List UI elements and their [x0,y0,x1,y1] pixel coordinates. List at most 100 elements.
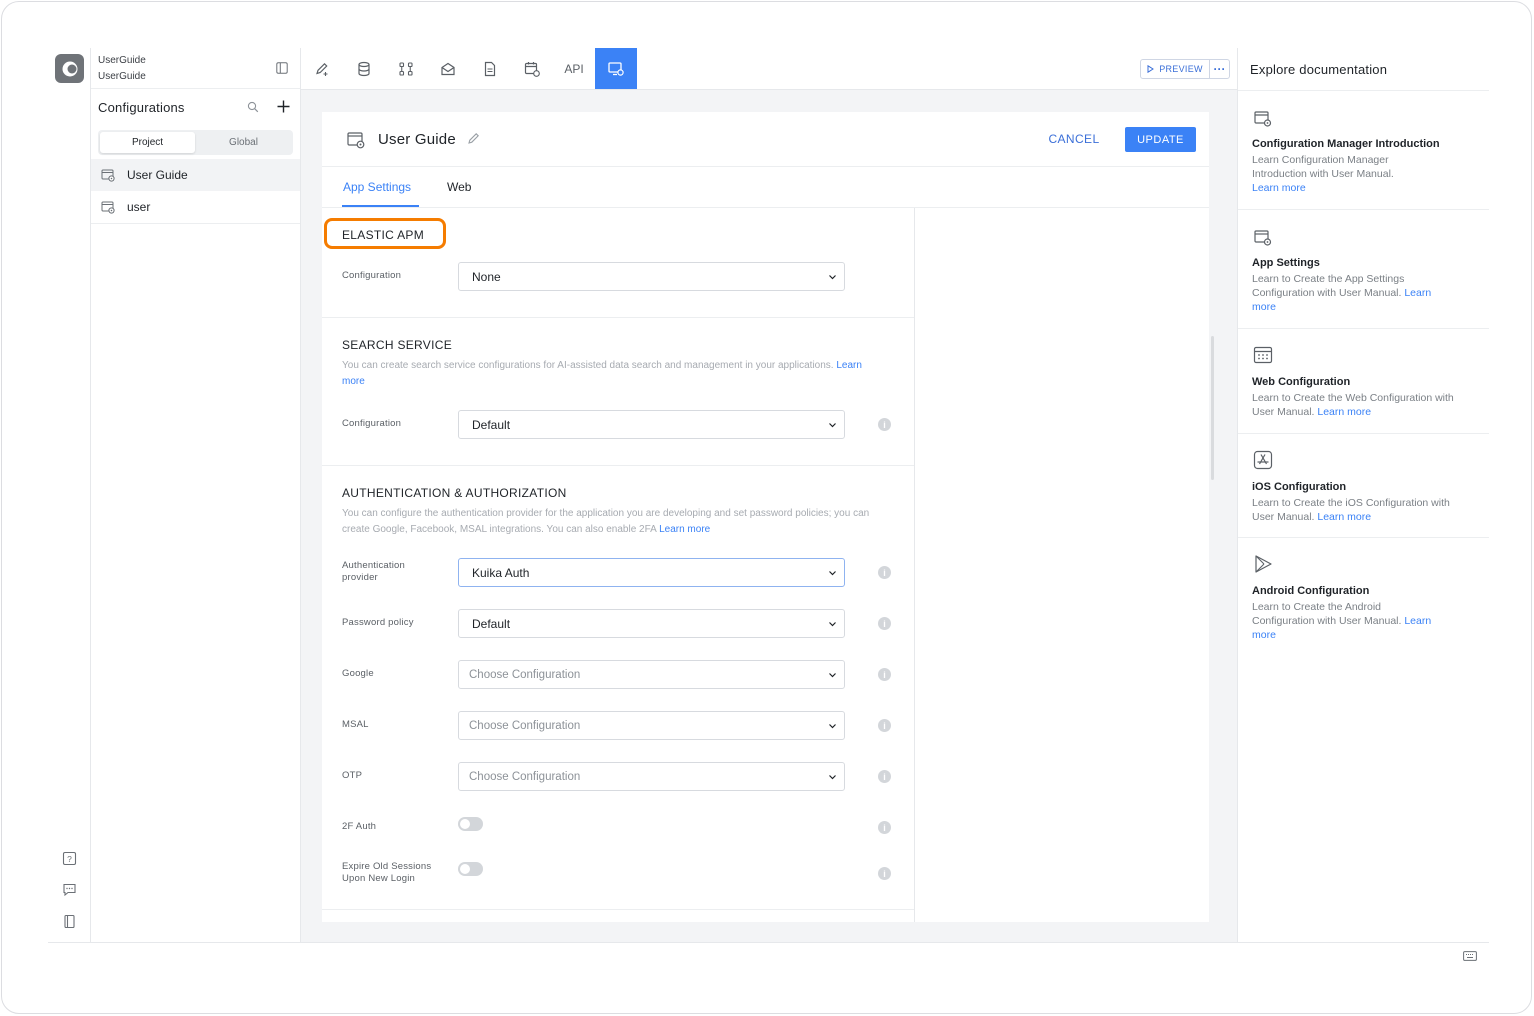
calendar-icon[interactable] [511,48,553,89]
info-icon[interactable]: i [878,668,891,681]
preview-label: PREVIEW [1159,64,1203,74]
doc-card-android-configuration[interactable]: Android Configuration Learn to Create th… [1238,538,1489,658]
info-icon[interactable]: i [878,719,891,732]
message-icon[interactable] [427,48,469,89]
info-icon[interactable]: i [878,418,891,431]
chat-icon[interactable] [62,882,77,897]
top-toolbar: API PREVIEW ··· [301,48,1237,90]
expire-sessions-toggle[interactable] [458,862,483,876]
doc-card-config-manager[interactable]: Configuration Manager Introduction Learn… [1238,91,1489,210]
app-settings-icon [347,131,365,149]
sidebar-item-label: User Guide [127,168,188,182]
configuration-manager-icon[interactable] [595,48,637,89]
otp-config-select[interactable]: Choose Configuration [458,762,845,791]
doc-title: iOS Configuration [1252,481,1347,493]
app-logo-icon[interactable] [55,54,84,83]
segment-global[interactable]: Global [196,132,291,153]
tab-app-settings[interactable]: App Settings [343,180,411,194]
info-icon[interactable]: i [878,566,891,579]
workflow-icon[interactable] [385,48,427,89]
doc-title: Android Configuration [1252,585,1370,597]
edit-add-icon[interactable] [301,48,343,89]
doc-title: Web Configuration [1252,376,1351,388]
segment-project[interactable]: Project [100,132,195,153]
google-config-select[interactable]: Choose Configuration [458,660,845,689]
msal-config-select[interactable]: Choose Configuration [458,711,845,740]
sidebar-item-user[interactable]: user [91,191,300,223]
elastic-apm-config-select[interactable]: None [458,262,845,291]
main-area: User Guide CANCEL UPDATE App Settings We… [301,90,1237,942]
select-placeholder: Choose Configuration [469,668,581,681]
description-text: You can create search service configurat… [342,360,834,371]
edit-title-icon[interactable] [467,132,480,145]
field-label: Configuration [342,418,402,429]
sidebar-item-user-guide[interactable]: User Guide [91,159,300,191]
chevron-down-icon [829,423,836,428]
field-label: Authentication provider [342,560,406,583]
section-description: You can create search service configurat… [342,358,872,390]
2f-auth-toggle[interactable] [458,817,483,831]
doc-description-text: Learn to Create the Android Configuratio… [1252,601,1402,627]
help-icon[interactable]: ? [62,851,77,866]
description-text: You can configure the authentication pro… [342,508,870,535]
bottom-divider [48,942,1489,943]
learn-more-link[interactable]: Learn more [1317,406,1371,418]
add-configuration-icon[interactable] [277,100,290,113]
learn-more-link[interactable]: Learn more [659,524,710,535]
search-service-section: SEARCH SERVICE You can create search ser… [322,318,914,466]
configurations-sidebar: UserGuide UserGuide Configurations Proje… [91,48,301,942]
doc-description: Learn Configuration Manager Introduction… [1252,153,1422,195]
cancel-button[interactable]: CANCEL [1039,128,1109,150]
doc-description-text: Learn Configuration Manager Introduction… [1252,154,1394,180]
doc-description: Learn to Create the Android Configuratio… [1252,600,1442,642]
chevron-down-icon [829,673,836,678]
api-tab[interactable]: API [553,48,595,89]
section-title: AUTHENTICATION & AUTHORIZATION [342,486,567,500]
field-label: Google [342,668,374,679]
update-button[interactable]: UPDATE [1125,127,1196,152]
document-icon[interactable] [469,48,511,89]
info-icon[interactable]: i [878,821,891,834]
book-icon[interactable] [62,914,77,929]
editor-header: User Guide CANCEL UPDATE [322,112,1209,167]
chevron-down-icon [829,571,836,576]
settings-content: ELASTIC APM Configuration None SEARCH SE… [322,208,915,922]
doc-card-ios-configuration[interactable]: iOS Configuration Learn to Create the iO… [1238,434,1489,538]
doc-description: Learn to Create the Web Configuration wi… [1252,391,1474,419]
left-rail: ? [48,48,91,942]
scope-segmented-control: Project Global [98,130,293,155]
page-title: User Guide [378,131,456,148]
select-value: Kuika Auth [472,565,530,580]
preview-button[interactable]: PREVIEW [1140,59,1210,79]
learn-more-link[interactable]: Learn more [1317,511,1371,523]
config-editor-card: User Guide CANCEL UPDATE App Settings We… [322,112,1209,922]
app-settings-icon [1253,228,1273,248]
info-icon[interactable]: i [878,867,891,880]
select-value: None [472,269,501,284]
database-icon[interactable] [343,48,385,89]
keyboard-icon[interactable] [1463,951,1477,961]
authentication-provider-select[interactable]: Kuika Auth [458,558,845,587]
learn-more-link[interactable]: Learn more [1252,182,1306,194]
app-window: ? UserGuide UserGuide Configurations Pro… [1,1,1532,1014]
more-options-button[interactable]: ··· [1209,59,1230,79]
doc-description: Learn to Create the iOS Configuration wi… [1252,496,1474,524]
content-scrollbar[interactable] [1211,336,1214,480]
collapse-sidebar-icon[interactable] [276,62,288,74]
doc-card-web-configuration[interactable]: Web Configuration Learn to Create the We… [1238,329,1489,434]
search-service-config-select[interactable]: Default [458,410,845,439]
password-policy-select[interactable]: Default [458,609,845,638]
info-icon[interactable]: i [878,770,891,783]
chevron-down-icon [829,622,836,627]
app-settings-icon [101,169,115,182]
project-name: UserGuide [98,55,146,66]
section-title: SEARCH SERVICE [342,338,453,352]
doc-card-app-settings[interactable]: App Settings Learn to Create the App Set… [1238,210,1489,329]
project-subname: UserGuide [98,71,146,82]
svg-text:?: ? [67,854,72,864]
tab-web[interactable]: Web [447,180,471,194]
info-icon[interactable]: i [878,617,891,630]
sidebar-item-label: user [127,200,151,214]
search-icon[interactable] [247,101,259,113]
field-label: MSAL [342,719,369,730]
